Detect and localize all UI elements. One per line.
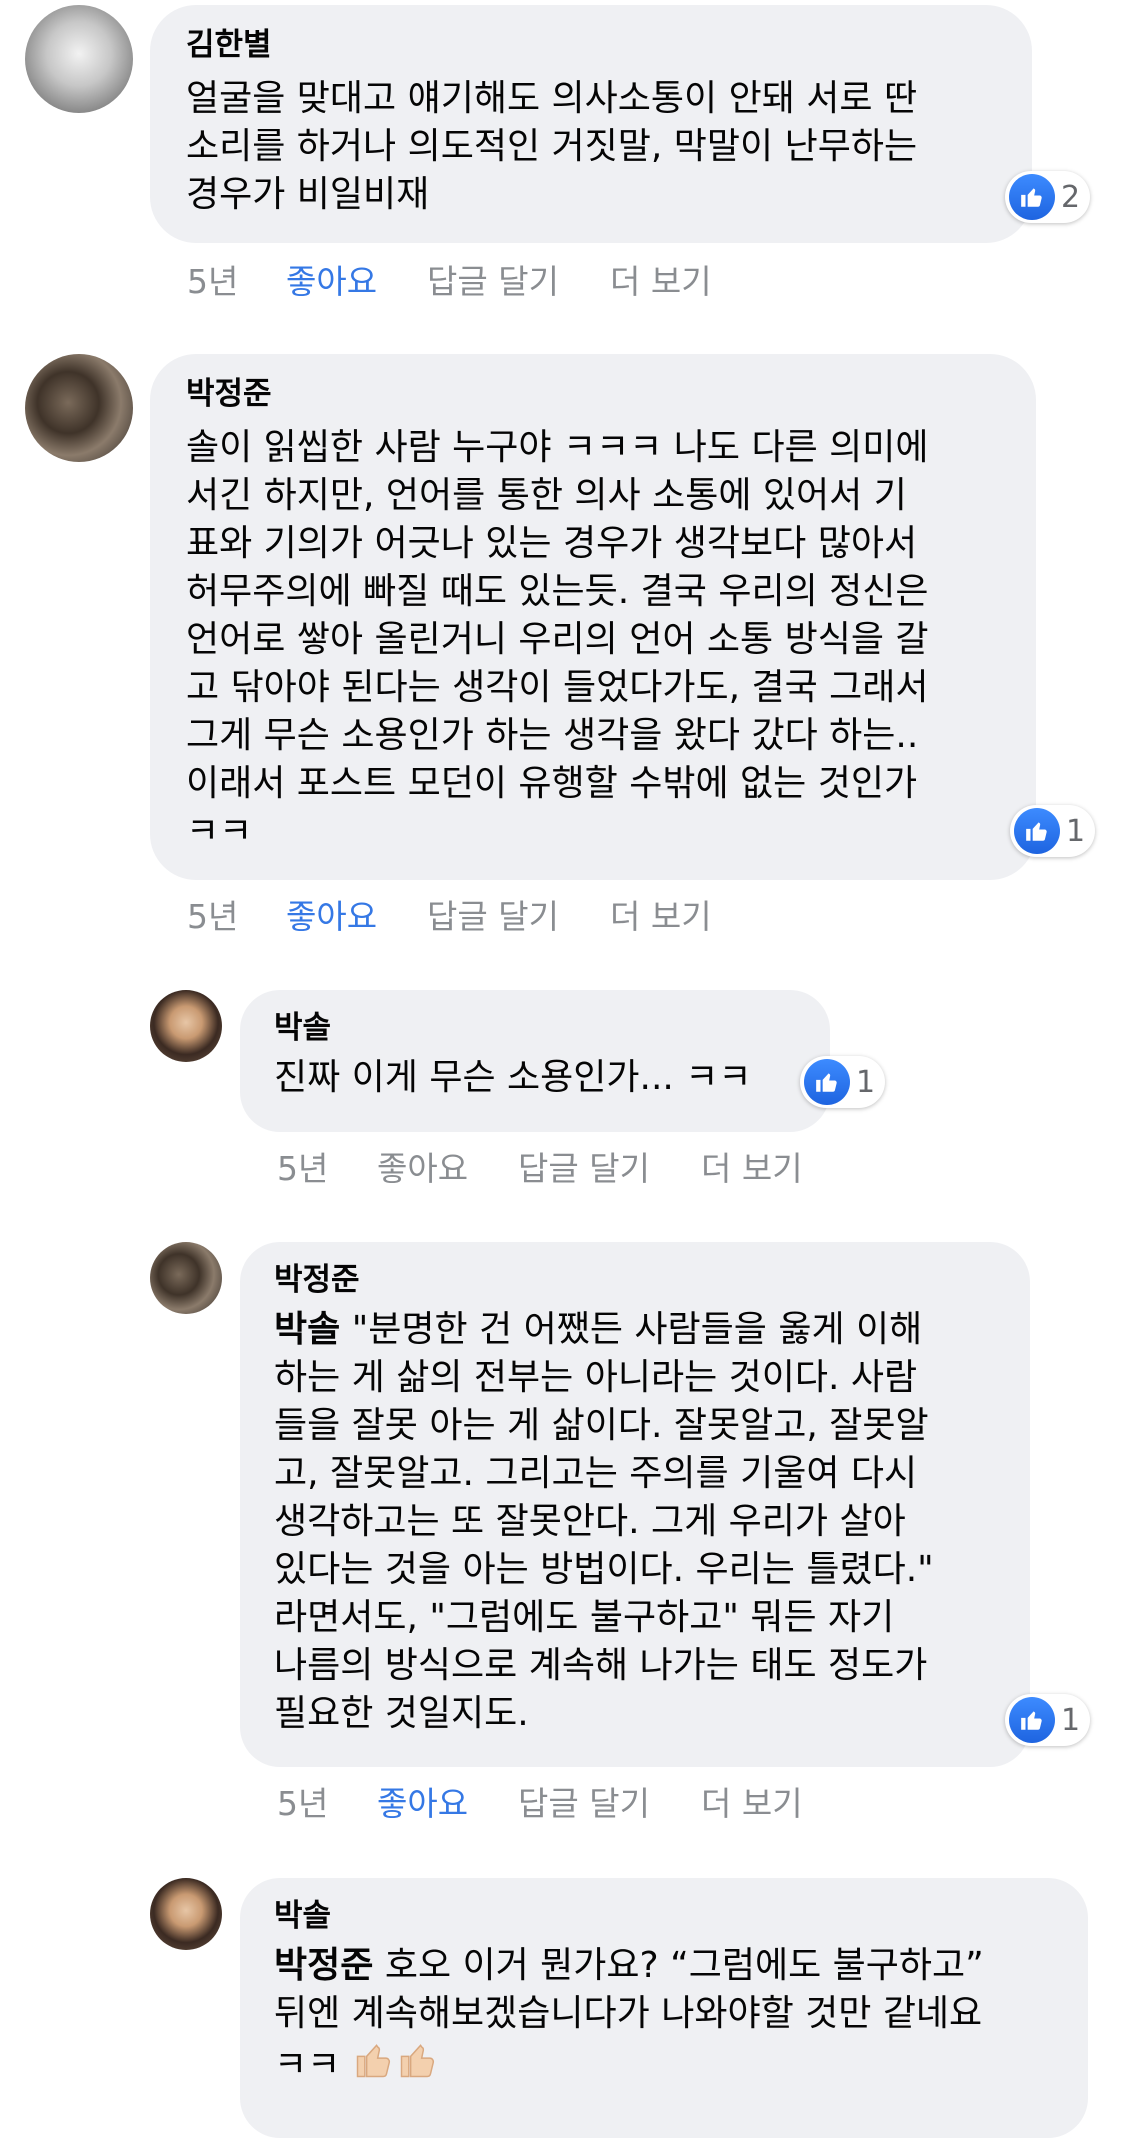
reaction-count[interactable]: 1 xyxy=(1005,1694,1091,1746)
like-thumb-icon xyxy=(1014,808,1060,854)
author-name[interactable]: 김한별 xyxy=(186,23,996,67)
reaction-number: 1 xyxy=(856,1064,876,1100)
like-button[interactable]: 좋아요 xyxy=(377,1777,468,1825)
comment-bubble: 박정준 박솔 "분명한 건 어쨌든 사람들을 옳게 이해 하는 게 삶의 전부는… xyxy=(240,1242,1030,1767)
timestamp[interactable]: 5년 xyxy=(277,1142,328,1190)
like-button[interactable]: 좋아요 xyxy=(286,890,377,938)
reply-button[interactable]: 답글 달기 xyxy=(427,890,559,938)
comment-body: "분명한 건 어쨌든 사람들을 옳게 이해 하는 게 삶의 전부는 아니라는 것… xyxy=(274,1309,934,1734)
reaction-count[interactable]: 1 xyxy=(800,1056,886,1108)
author-name[interactable]: 박정준 xyxy=(274,1258,996,1302)
reaction-number: 1 xyxy=(1061,1702,1081,1738)
avatar[interactable] xyxy=(25,5,133,113)
more-button[interactable]: 더 보기 xyxy=(610,890,712,938)
reply-button[interactable]: 답글 달기 xyxy=(518,1142,650,1190)
mention-link[interactable]: 박정준 xyxy=(274,1945,373,1986)
mention-link[interactable]: 박솔 xyxy=(274,1309,340,1350)
like-button[interactable]: 좋아요 xyxy=(377,1142,468,1190)
comment-bubble: 김한별 얼굴을 맞대고 얘기해도 의사소통이 안돼 서로 딴 소리를 하거나 의… xyxy=(150,5,1032,243)
reaction-number: 2 xyxy=(1061,179,1081,215)
reply-button[interactable]: 답글 달기 xyxy=(518,1777,650,1825)
comment-text: 솔이 읽씹한 사람 누구야 ㅋㅋㅋ 나도 다른 의미에 서긴 하지만, 언어를 … xyxy=(186,427,929,852)
thumbs-up-emoji xyxy=(352,2038,396,2095)
author-name[interactable]: 박정준 xyxy=(186,372,1000,416)
avatar[interactable] xyxy=(25,354,133,462)
comment-text: 박정준 호오 이거 뭔가요? “그럼에도 불구하고” 뒤엔 계속해보겠습니다가 … xyxy=(274,1942,1054,2095)
like-thumb-icon xyxy=(1009,174,1055,220)
comment-text: 진짜 이게 무슨 소용인가... ㅋㅋ xyxy=(274,1057,752,1098)
avatar[interactable] xyxy=(150,1242,222,1314)
author-name[interactable]: 박솔 xyxy=(274,1894,1054,1938)
like-thumb-icon xyxy=(1009,1697,1055,1743)
timestamp[interactable]: 5년 xyxy=(277,1777,328,1825)
more-button[interactable]: 더 보기 xyxy=(701,1142,803,1190)
comment-text: 박솔 "분명한 건 어쨌든 사람들을 옳게 이해 하는 게 삶의 전부는 아니라… xyxy=(274,1306,996,1738)
reaction-count[interactable]: 2 xyxy=(1005,171,1091,223)
like-thumb-icon xyxy=(804,1059,850,1105)
comment-text: 얼굴을 맞대고 얘기해도 의사소통이 안돼 서로 딴 소리를 하거나 의도적인 … xyxy=(186,78,918,215)
like-button[interactable]: 좋아요 xyxy=(286,255,377,303)
comment-bubble: 박솔 진짜 이게 무슨 소용인가... ㅋㅋ xyxy=(240,990,830,1132)
more-button[interactable]: 더 보기 xyxy=(701,1777,803,1825)
more-button[interactable]: 더 보기 xyxy=(610,255,712,303)
avatar[interactable] xyxy=(150,1878,222,1950)
thumbs-up-emoji xyxy=(396,2038,440,2095)
timestamp[interactable]: 5년 xyxy=(187,255,238,303)
author-name[interactable]: 박솔 xyxy=(274,1006,796,1050)
reply-button[interactable]: 답글 달기 xyxy=(427,255,559,303)
avatar[interactable] xyxy=(150,990,222,1062)
reaction-number: 1 xyxy=(1066,813,1086,849)
reaction-count[interactable]: 1 xyxy=(1010,805,1096,857)
timestamp[interactable]: 5년 xyxy=(187,890,238,938)
comment-bubble: 박정준 솔이 읽씹한 사람 누구야 ㅋㅋㅋ 나도 다른 의미에 서긴 하지만, … xyxy=(150,354,1036,880)
comment-bubble: 박솔 박정준 호오 이거 뭔가요? “그럼에도 불구하고” 뒤엔 계속해보겠습니… xyxy=(240,1878,1088,2138)
